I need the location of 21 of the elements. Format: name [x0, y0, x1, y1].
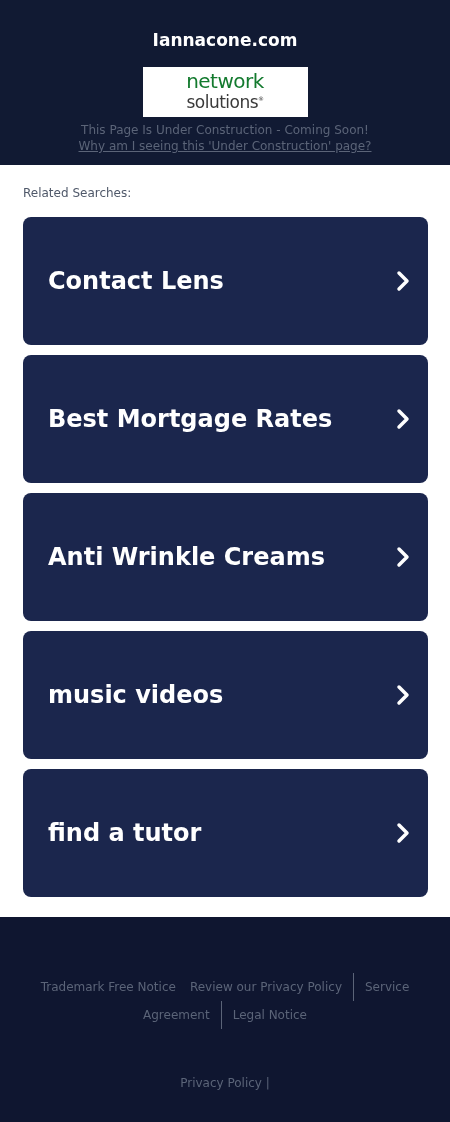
footer-link[interactable]: Service	[353, 973, 417, 1001]
chevron-right-icon	[396, 408, 410, 430]
footer-link[interactable]: Legal Notice	[220, 1001, 314, 1029]
construction-notice: This Page Is Under Construction - Coming Soon!	[81, 122, 369, 138]
chevron-right-icon	[396, 822, 410, 844]
why-link[interactable]: Why am I seeing this 'Under Construction' page?	[78, 138, 372, 154]
search-card[interactable]: Anti Wrinkle Creams	[23, 493, 428, 621]
chevron-right-icon	[396, 684, 410, 706]
footer-link[interactable]: Agreement	[136, 1001, 217, 1029]
chevron-right-icon	[396, 546, 410, 568]
chevron-right-icon	[396, 270, 410, 292]
site-domain: Iannacone.com	[152, 29, 298, 51]
search-card[interactable]: music videos	[23, 631, 428, 759]
related-searches-title: Related Searches:	[23, 185, 133, 201]
logo: network solutions$^{®}$	[142, 67, 308, 117]
search-card[interactable]: Best Mortgage Rates	[23, 355, 428, 483]
footer-link[interactable]: Review our Privacy Policy	[182, 973, 349, 1001]
search-card[interactable]: find a tutor	[23, 769, 428, 897]
footer-link[interactable]: Trademark Free Notice	[33, 973, 183, 1001]
privacy-policy-link[interactable]: Privacy Policy |	[180, 1075, 270, 1091]
search-card[interactable]: Contact Lens	[23, 217, 428, 345]
